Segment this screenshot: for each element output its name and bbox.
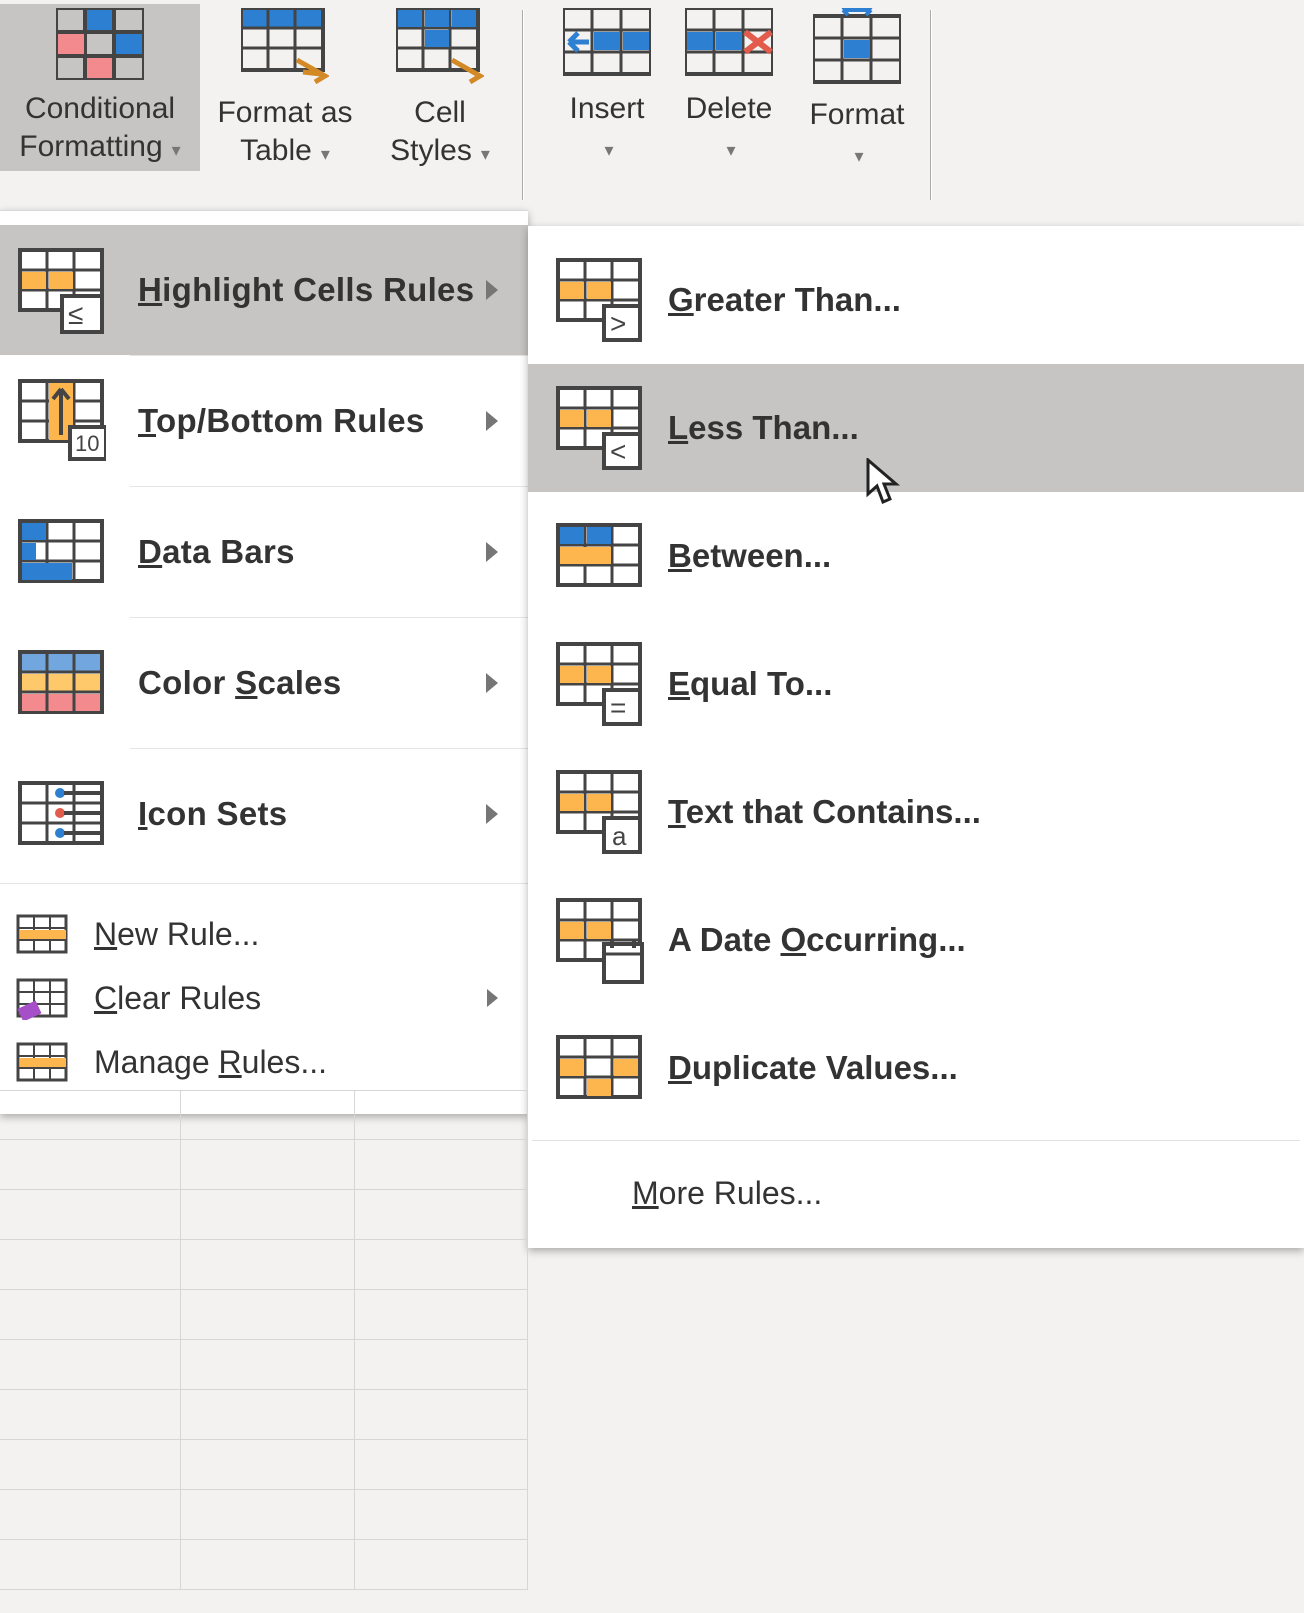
manage-rules-label: Manage Rules... [94,1044,327,1081]
format-cells-label: Format [809,98,904,131]
new-rule-item[interactable]: New Rule... [0,902,528,966]
less-than-label: Less Than... [668,409,859,447]
between-item[interactable]: Between... [528,492,1304,620]
data-bars-item[interactable]: Data Bars [0,487,528,617]
icon-sets-item[interactable]: Icon Sets [0,749,528,879]
format-cells-button[interactable]: Format▾ [792,4,922,177]
ribbon: Conditional Formatting ▾ Format as Table… [0,0,1304,210]
color-scales-icon [16,639,106,727]
delete-cells-icon [685,8,773,80]
submenu-arrow-icon [486,673,498,693]
svg-text:a: a [612,821,627,851]
a-date-occurring-label: A Date Occurring... [668,921,966,959]
delete-cells-button[interactable]: Delete▾ [666,4,792,171]
data-bars-icon [16,508,106,596]
cell-styles-button[interactable]: Cell Styles ▾ [370,4,510,175]
manage-rules-icon [16,1040,68,1084]
highlight-cells-rules-item[interactable]: ≤ Highlight Cells Rules [0,225,528,355]
text-that-contains-label: Text that Contains... [668,793,981,831]
cell-styles-label: Cell Styles [390,96,472,167]
greater-than-icon: > [554,256,644,344]
icon-sets-label: Icon Sets [138,795,287,833]
conditional-formatting-button[interactable]: Conditional Formatting ▾ [0,4,200,171]
manage-rules-item[interactable]: Manage Rules... [0,1030,528,1094]
top-bottom-rules-item[interactable]: 10 Top/Bottom Rules [0,356,528,486]
svg-text:≤: ≤ [68,299,83,330]
color-scales-label: Color Scales [138,664,342,702]
clear-rules-icon [16,976,68,1020]
svg-text:10: 10 [75,431,99,456]
equal-to-icon: = [554,640,644,728]
format-as-table-label: Format as Table [217,96,352,167]
svg-text:>: > [610,308,626,339]
format-as-table-icon [241,8,329,84]
svg-text:<: < [610,436,626,467]
equal-to-label: Equal To... [668,665,832,703]
top-bottom-rules-label: Top/Bottom Rules [138,402,425,440]
data-bars-label: Data Bars [138,533,295,571]
svg-text:=: = [610,692,626,723]
insert-cells-label: Insert [569,92,644,125]
conditional-formatting-icon [56,8,144,80]
delete-cells-label: Delete [686,92,773,125]
equal-to-item[interactable]: = Equal To... [528,620,1304,748]
menu-separator [532,1140,1300,1141]
text-that-contains-item[interactable]: a Text that Contains... [528,748,1304,876]
duplicate-values-item[interactable]: Duplicate Values... [528,1004,1304,1132]
clear-rules-label: Clear Rules [94,980,261,1017]
conditional-formatting-menu: ≤ Highlight Cells Rules 10 Top/Bottom Ru… [0,210,528,1114]
insert-cells-icon [563,8,651,80]
submenu-arrow-icon [486,411,498,431]
highlight-cells-rules-submenu: > Greater Than... < Less Than... [528,226,1304,1248]
insert-cells-button[interactable]: Insert▾ [548,4,666,171]
worksheet-cells[interactable] [0,1090,528,1590]
top-bottom-rules-icon: 10 [16,377,106,465]
ribbon-group-divider [522,10,524,200]
highlight-cells-rules-icon: ≤ [16,246,106,334]
duplicate-values-icon [554,1024,644,1112]
duplicate-values-label: Duplicate Values... [668,1049,958,1087]
icon-sets-icon [16,770,106,858]
cell-styles-icon [396,8,484,84]
a-date-occurring-item[interactable]: A Date Occurring... [528,876,1304,1004]
greater-than-label: Greater Than... [668,281,901,319]
ribbon-group-divider [930,10,932,200]
between-icon [554,512,644,600]
greater-than-item[interactable]: > Greater Than... [528,236,1304,364]
between-label: Between... [668,537,831,575]
submenu-arrow-icon [486,280,498,300]
less-than-item[interactable]: < Less Than... [528,364,1304,492]
format-as-table-button[interactable]: Format as Table ▾ [200,4,370,175]
highlight-cells-rules-label: Highlight Cells Rules [138,271,474,309]
submenu-arrow-icon [486,804,498,824]
a-date-occurring-icon [554,896,644,984]
more-rules-item[interactable]: More Rules... [528,1149,1304,1238]
format-cells-icon [813,8,901,86]
new-rule-icon [16,912,68,956]
less-than-icon: < [554,384,644,472]
submenu-arrow-icon [486,542,498,562]
conditional-formatting-label: Conditional Formatting [19,92,175,163]
text-that-contains-icon: a [554,768,644,856]
color-scales-item[interactable]: Color Scales [0,618,528,748]
clear-rules-item[interactable]: Clear Rules [0,966,528,1030]
new-rule-label: New Rule... [94,916,259,953]
submenu-arrow-icon [487,989,498,1007]
